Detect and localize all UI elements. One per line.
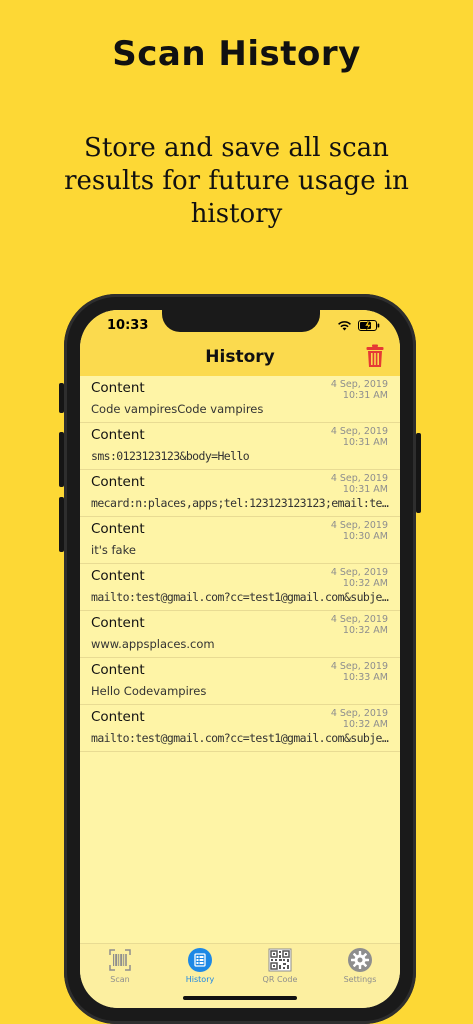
history-row[interactable]: Content 4 Sep, 2019 10:32 AM mailto:test@…: [80, 564, 400, 611]
navigation-bar: History: [80, 340, 400, 376]
row-content: mecard:n:places,apps;tel:123123123123;em…: [91, 496, 391, 510]
row-title: Content: [91, 662, 145, 678]
history-icon: [188, 948, 212, 972]
history-row[interactable]: Content 4 Sep, 2019 10:32 AM mailto:test@…: [80, 705, 400, 752]
qr-code-icon: [268, 948, 292, 972]
row-content: mailto:test@gmail.com?cc=test1@gmail.com…: [91, 731, 391, 745]
status-icons: [337, 320, 380, 331]
row-date: 4 Sep, 2019 10:31 AM: [330, 473, 388, 495]
row-title: Content: [91, 615, 145, 631]
row-date: 4 Sep, 2019 10:32 AM: [330, 567, 388, 589]
row-content: it's fake: [91, 543, 136, 557]
row-title: Content: [91, 709, 145, 725]
wifi-icon: [338, 321, 351, 331]
home-indicator: [183, 996, 297, 1000]
notch: [162, 310, 320, 332]
history-row[interactable]: Content 4 Sep, 2019 10:31 AM sms:01231231…: [80, 423, 400, 470]
row-title: Content: [91, 427, 145, 443]
history-row[interactable]: Content 4 Sep, 2019 10:33 AM Hello Codeva…: [80, 658, 400, 705]
row-content: sms:0123123123&body=Hello: [91, 449, 250, 463]
promo-title: Scan History: [112, 34, 361, 74]
row-content: Code vampiresCode vampires: [91, 402, 264, 416]
row-title: Content: [91, 474, 145, 490]
trash-icon: [366, 344, 384, 367]
phone-frame: 10:33 History Content 4 Sep, 2019 10:31 …: [64, 294, 416, 1024]
row-title: Content: [91, 568, 145, 584]
tab-qr-code-label: QR Code: [262, 975, 298, 984]
row-date: 4 Sep, 2019 10:31 AM: [330, 379, 388, 401]
page-title: History: [205, 347, 275, 367]
history-row[interactable]: Content 4 Sep, 2019 10:32 AM www.appsplac…: [80, 611, 400, 658]
tab-scan-label: Scan: [110, 975, 130, 984]
tab-settings-label: Settings: [343, 975, 377, 984]
row-content: www.appsplaces.com: [91, 637, 215, 651]
row-content: mailto:test@gmail.com?cc=test1@gmail.com…: [91, 590, 391, 604]
tab-qr-code[interactable]: QR Code: [240, 948, 320, 992]
tab-bar: Scan History QR Code Settings: [80, 943, 400, 1008]
promo-subtitle: Store and save all scan results for futu…: [64, 133, 409, 229]
history-row[interactable]: Content 4 Sep, 2019 10:31 AM mecard:n:pla…: [80, 470, 400, 517]
tab-settings[interactable]: Settings: [320, 948, 400, 992]
gear-icon: [348, 948, 372, 972]
battery-charging-icon: [358, 320, 380, 331]
row-content: Hello Codevampires: [91, 684, 207, 698]
tab-history[interactable]: History: [160, 948, 240, 992]
row-date: 4 Sep, 2019 10:33 AM: [330, 661, 388, 683]
row-date: 4 Sep, 2019 10:32 AM: [330, 708, 388, 730]
tab-history-label: History: [185, 975, 215, 984]
phone-screen: 10:33 History Content 4 Sep, 2019 10:31 …: [80, 310, 400, 1008]
row-title: Content: [91, 380, 145, 396]
delete-all-button[interactable]: [366, 344, 384, 372]
history-list: Content 4 Sep, 2019 10:31 AM Code vampire…: [80, 376, 400, 752]
row-date: 4 Sep, 2019 10:31 AM: [330, 426, 388, 448]
row-date: 4 Sep, 2019 10:30 AM: [330, 520, 388, 542]
power-button: [416, 433, 421, 513]
status-time: 10:33: [107, 318, 149, 333]
history-row[interactable]: Content 4 Sep, 2019 10:31 AM Code vampire…: [80, 376, 400, 423]
tab-scan[interactable]: Scan: [80, 948, 160, 992]
history-row[interactable]: Content 4 Sep, 2019 10:30 AM it's fake: [80, 517, 400, 564]
barcode-icon: [109, 949, 131, 971]
row-title: Content: [91, 521, 145, 537]
row-date: 4 Sep, 2019 10:32 AM: [330, 614, 388, 636]
